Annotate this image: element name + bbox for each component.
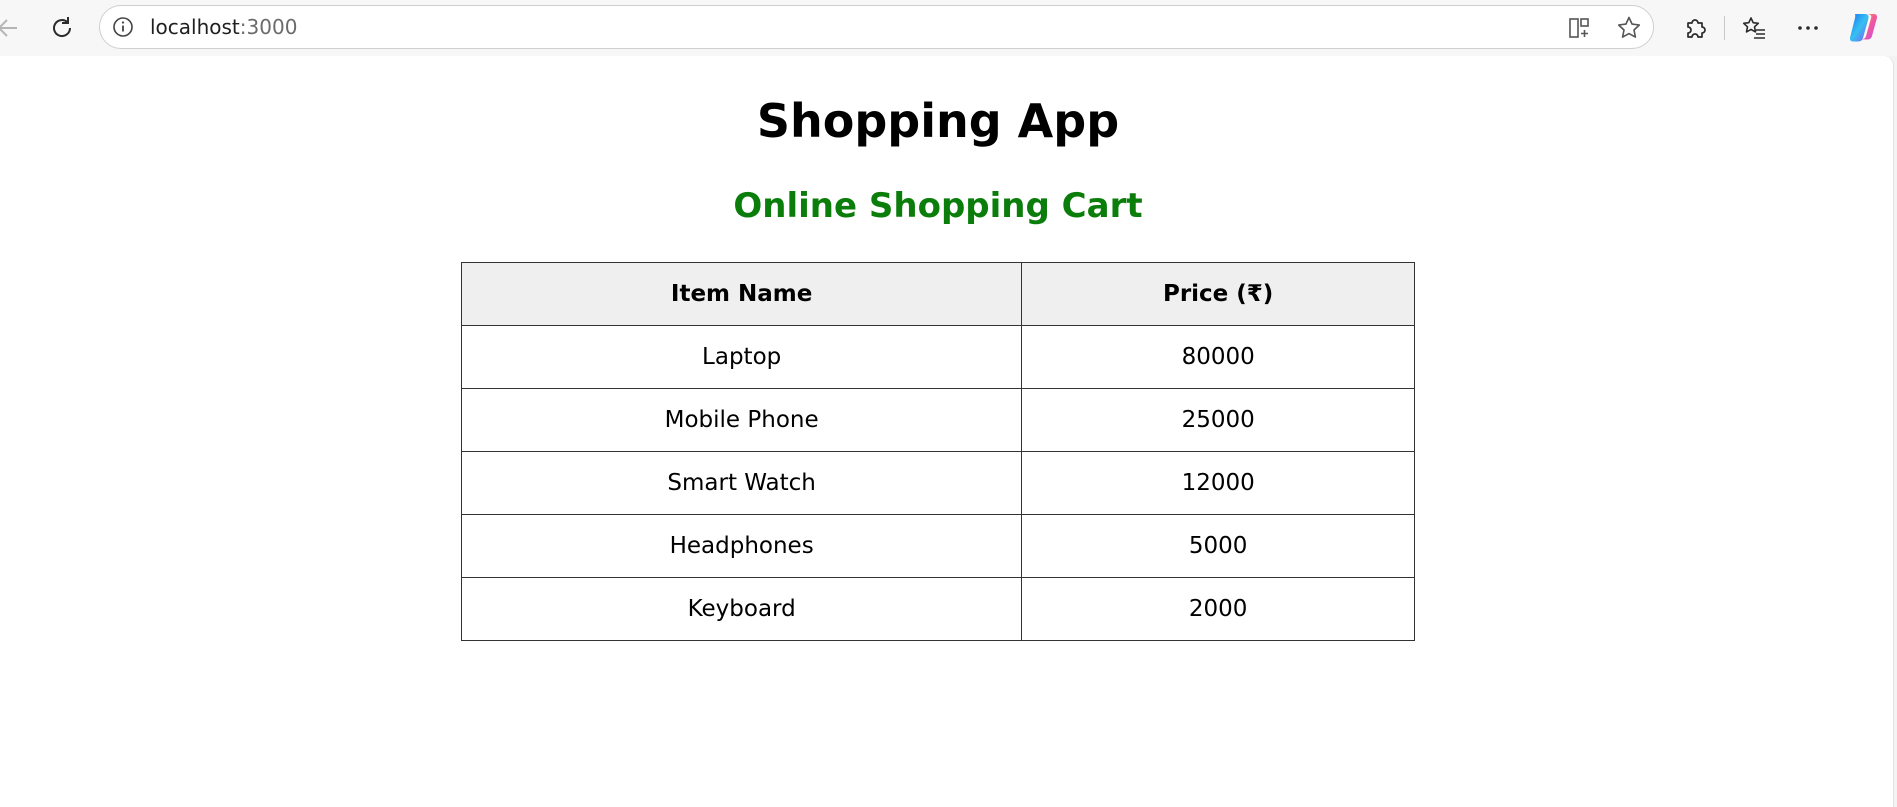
cart-table: Item Name Price (₹) Laptop 80000 Mobile …	[460, 262, 1415, 641]
arrow-left-icon	[0, 19, 17, 37]
column-header-price: Price (₹)	[1021, 262, 1415, 326]
menu-button[interactable]	[1788, 8, 1828, 48]
more-icon	[1798, 26, 1818, 30]
address-bar[interactable]: localhost:3000	[99, 5, 1654, 49]
price-cell: 5000	[1021, 514, 1415, 578]
favorites-button[interactable]	[1734, 8, 1774, 48]
browser-toolbar: localhost:3000	[0, 0, 1897, 56]
item-name-cell: Headphones	[460, 514, 1023, 578]
toolbar-divider	[1724, 16, 1725, 40]
item-name-cell: Mobile Phone	[460, 388, 1023, 452]
url-text[interactable]: localhost:3000	[150, 6, 297, 48]
item-name-cell: Smart Watch	[460, 451, 1023, 515]
table-row: Headphones 5000	[460, 514, 1415, 578]
star-icon[interactable]	[1616, 15, 1642, 41]
puzzle-icon	[1687, 19, 1706, 38]
price-cell: 80000	[1021, 325, 1415, 389]
reload-icon	[53, 17, 72, 37]
page-subtitle: Online Shopping Cart	[733, 186, 1143, 226]
table-row: Smart Watch 12000	[460, 451, 1415, 515]
item-name-cell: Keyboard	[460, 577, 1023, 641]
page-title: Shopping App	[756, 94, 1120, 148]
back-button[interactable]	[0, 8, 28, 48]
column-header-item-name: Item Name	[460, 262, 1023, 326]
reload-button[interactable]	[42, 8, 82, 48]
price-cell: 2000	[1021, 577, 1415, 641]
item-name-cell: Laptop	[460, 325, 1023, 389]
price-cell: 25000	[1021, 388, 1415, 452]
split-screen-icon[interactable]	[1566, 15, 1592, 41]
table-row: Mobile Phone 25000	[460, 388, 1415, 452]
table-row: Keyboard 2000	[460, 577, 1415, 641]
page-viewport: Shopping App Online Shopping Cart Item N…	[0, 56, 1894, 807]
info-icon[interactable]	[112, 16, 134, 38]
price-cell: 12000	[1021, 451, 1415, 515]
favorites-list-icon	[1742, 17, 1765, 39]
url-port: :3000	[239, 15, 298, 39]
extensions-button[interactable]	[1675, 8, 1715, 48]
table-row: Laptop 80000	[460, 325, 1415, 389]
copilot-icon[interactable]	[1847, 10, 1881, 44]
url-host: localhost	[150, 15, 240, 39]
table-header-row: Item Name Price (₹)	[460, 262, 1415, 326]
